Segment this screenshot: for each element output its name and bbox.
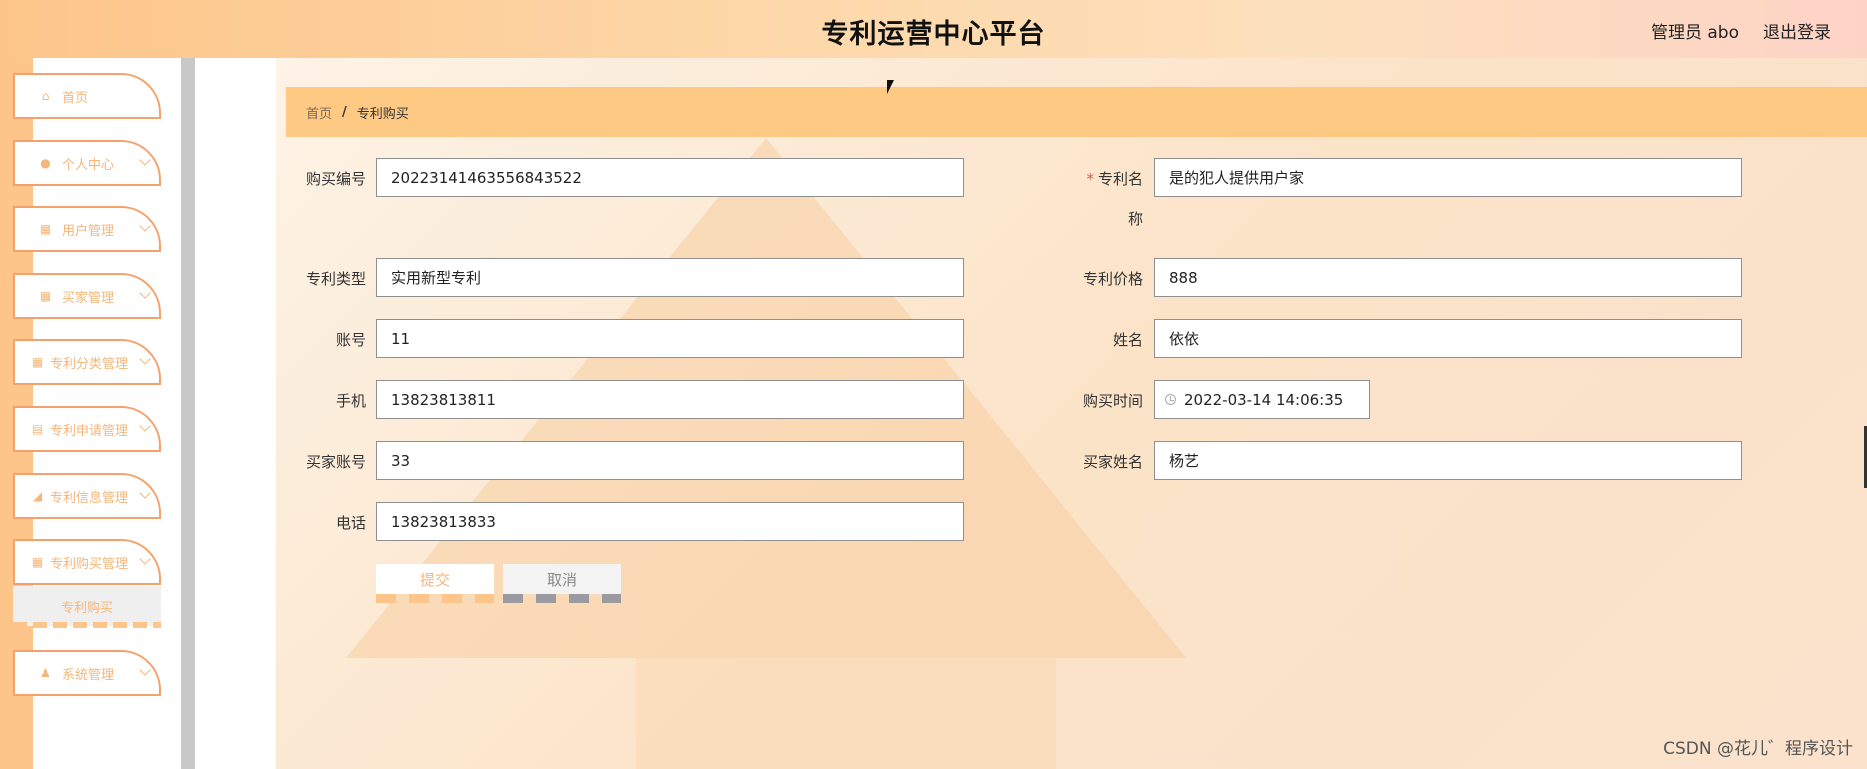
- breadcrumb-current: 专利购买: [356, 106, 409, 122]
- admin-user-label[interactable]: 管理员 abo: [1651, 18, 1739, 43]
- sidebar-item-label: 个人中心: [62, 157, 115, 173]
- account-field[interactable]: 11: [376, 319, 964, 358]
- patent-price-label: 专利价格: [1082, 270, 1143, 288]
- phone-label: 手机: [335, 392, 366, 410]
- cancel-button-underline: [503, 594, 621, 603]
- buyer-account-field[interactable]: 33: [376, 441, 964, 480]
- chevron-down-icon: [139, 553, 151, 565]
- submit-button-underline: [376, 594, 494, 603]
- submit-button[interactable]: 提交: [376, 564, 494, 594]
- patent-name-label-line2: 称: [1127, 210, 1143, 228]
- sidebar-item-label: 专利信息管理: [50, 490, 129, 506]
- sidebar-item-home[interactable]: ⌂ 首页: [13, 73, 161, 119]
- purchase-time-label: 购买时间: [1082, 392, 1143, 410]
- sidebar-item-patent-category[interactable]: ▦ 专利分类管理: [13, 339, 161, 385]
- account-label: 账号: [335, 331, 366, 349]
- sidebar-item-user-management[interactable]: ▦ 用户管理: [13, 206, 161, 252]
- user-icon: ●: [40, 156, 51, 170]
- home-icon: ⌂: [41, 89, 50, 103]
- buyer-name-label: 买家姓名: [1082, 453, 1143, 471]
- clock-icon: [1165, 394, 1176, 405]
- person-icon: ♟: [40, 666, 51, 680]
- content-gutter: [195, 58, 276, 769]
- doc-icon: ▤: [31, 422, 44, 436]
- name-field[interactable]: 依依: [1154, 319, 1742, 358]
- grid-icon: ▦: [31, 555, 44, 569]
- background-box-shape: [636, 648, 1056, 769]
- breadcrumb-separator: /: [342, 104, 347, 120]
- purchase-no-label: 购买编号: [305, 170, 366, 188]
- chevron-down-icon: [139, 353, 151, 365]
- submenu-item-patent-purchase[interactable]: 专利购买: [13, 586, 161, 626]
- phone-field[interactable]: 13823813811: [376, 380, 964, 419]
- purchase-time-value: 2022-03-14 14:06:35: [1184, 390, 1344, 409]
- telephone-field[interactable]: 13823813833: [376, 502, 964, 541]
- buyer-name-field[interactable]: 杨艺: [1154, 441, 1742, 480]
- sidebar-item-personal-center[interactable]: ● 个人中心: [13, 140, 161, 186]
- sidebar-item-label: 买家管理: [62, 290, 115, 306]
- grid-icon: ▦: [31, 355, 44, 369]
- app-title: 专利运营中心平台: [821, 19, 1046, 50]
- buyer-account-label: 买家账号: [305, 453, 366, 471]
- sidebar-item-patent-application[interactable]: ▤ 专利申请管理: [13, 406, 161, 452]
- submenu-underline: [13, 622, 161, 628]
- sidebar-item-label: 系统管理: [62, 667, 115, 683]
- cancel-button[interactable]: 取消: [503, 564, 621, 594]
- top-header: 专利运营中心平台 管理员 abo 退出登录: [0, 0, 1867, 58]
- purchase-time-picker[interactable]: 2022-03-14 14:06:35: [1154, 380, 1370, 419]
- grid-icon: ▦: [39, 289, 52, 303]
- sidebar-scrollbar[interactable]: [181, 58, 195, 769]
- sidebar-item-buyer-management[interactable]: ▦ 买家管理: [13, 273, 161, 319]
- patent-type-field[interactable]: 实用新型专利: [376, 258, 964, 297]
- patent-type-label: 专利类型: [305, 270, 366, 288]
- sidebar-item-label: 专利分类管理: [50, 356, 129, 372]
- chevron-down-icon: [139, 154, 151, 166]
- mouse-cursor-icon: [887, 80, 894, 94]
- logout-button[interactable]: 退出登录: [1763, 18, 1831, 43]
- watermark: CSDN @花儿゛程序设计: [1663, 739, 1853, 759]
- thumb-icon: ◢: [32, 489, 43, 503]
- chevron-down-icon: [139, 664, 151, 676]
- sidebar-item-patent-purchase[interactable]: ▦ 专利购买管理: [13, 539, 161, 585]
- breadcrumb: 首页 / 专利购买: [286, 87, 1867, 137]
- breadcrumb-home-link[interactable]: 首页: [306, 103, 332, 122]
- purchase-no-field[interactable]: 20223141463556843522: [376, 158, 964, 197]
- sidebar-item-label: 用户管理: [62, 223, 115, 239]
- telephone-label: 电话: [335, 514, 366, 532]
- required-mark: *: [1086, 170, 1094, 188]
- sidebar-item-system-management[interactable]: ♟ 系统管理: [13, 650, 161, 696]
- chevron-down-icon: [139, 487, 151, 499]
- chevron-down-icon: [139, 220, 151, 232]
- patent-price-field[interactable]: 888: [1154, 258, 1742, 297]
- patent-name-field[interactable]: 是的犯人提供用户家: [1154, 158, 1742, 197]
- chevron-down-icon: [139, 287, 151, 299]
- grid-icon: ▦: [39, 222, 52, 236]
- header-user-area: 管理员 abo 退出登录: [1651, 18, 1831, 43]
- sidebar-item-label: 首页: [62, 90, 89, 106]
- patent-name-label: * 专利名: [1063, 168, 1143, 189]
- name-label: 姓名: [1112, 331, 1143, 349]
- sidebar-item-label: 专利申请管理: [50, 423, 129, 439]
- chevron-down-icon: [139, 420, 151, 432]
- patent-name-label-line1: 专利名: [1097, 170, 1143, 188]
- sidebar-item-label: 专利购买管理: [50, 556, 129, 572]
- sidebar-item-patent-info[interactable]: ◢ 专利信息管理: [13, 473, 161, 519]
